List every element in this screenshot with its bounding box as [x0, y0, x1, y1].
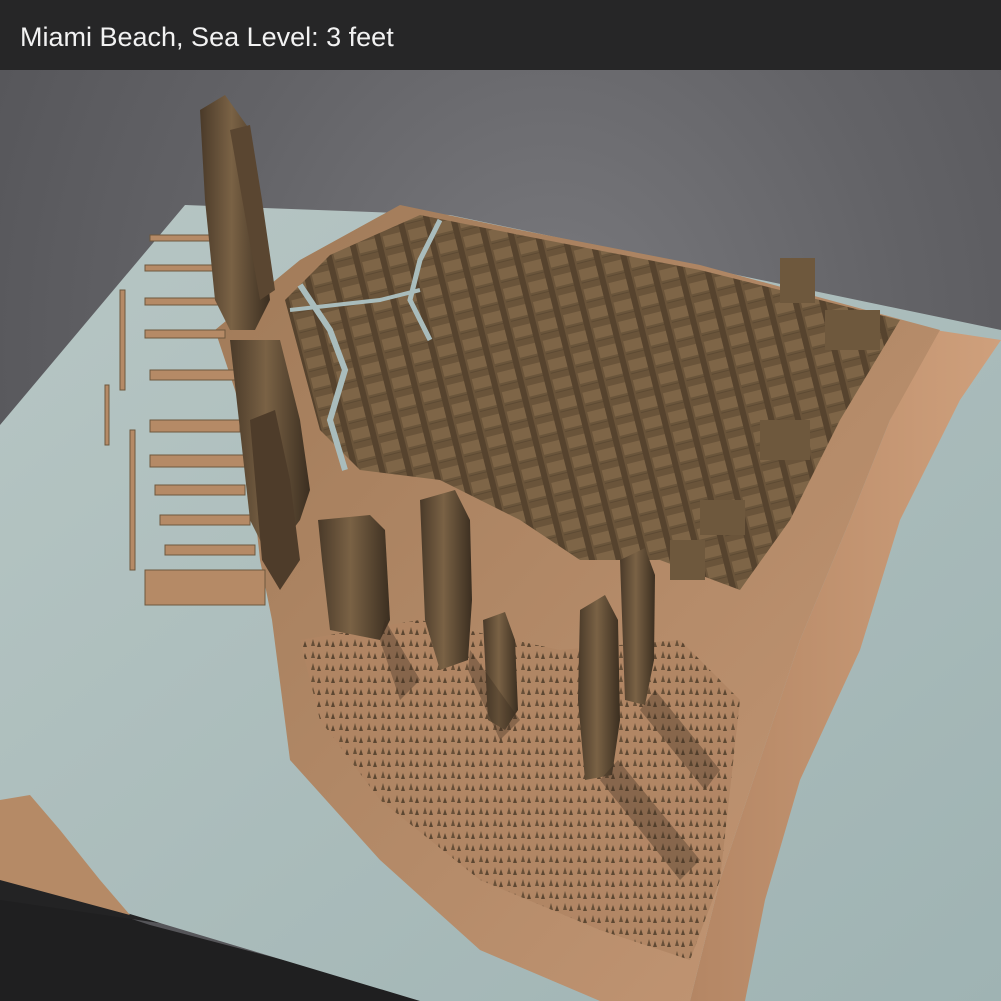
terrain-model-3d: [0, 95, 1001, 1001]
map-viewport: Miami Beach, Sea Level: 3 feet: [0, 0, 1001, 1001]
tower: [578, 595, 620, 780]
map-title: Miami Beach, Sea Level: 3 feet: [20, 22, 394, 52]
title-bar: Miami Beach, Sea Level: 3 feet: [0, 0, 1001, 70]
